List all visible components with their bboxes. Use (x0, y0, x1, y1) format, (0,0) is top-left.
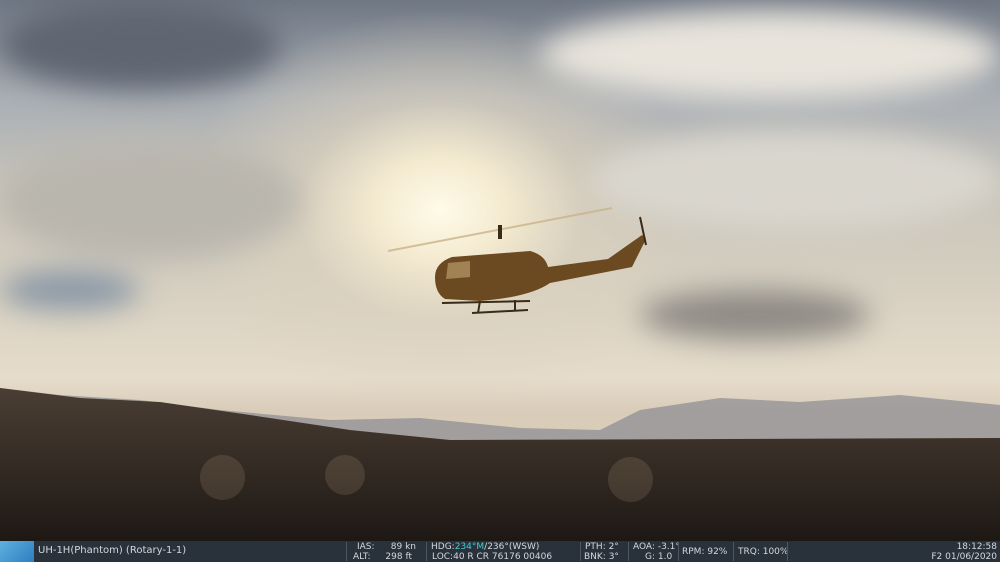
divider (787, 542, 788, 561)
ias-value: 89 kn (390, 542, 416, 552)
status-bar: UH-1H(Phantom) (Rotary-1-1) IAS: 89 kn A… (0, 541, 1000, 562)
bank-readout: BNK: 3° (584, 552, 619, 562)
divider (346, 542, 347, 561)
pitch-readout: PTH: 2° (585, 542, 619, 552)
lens-flare (608, 457, 653, 502)
heading-readout: HDG:234°M/236°(WSW) (431, 542, 539, 552)
game-viewport[interactable] (0, 0, 1000, 541)
alt-label: ALT: (353, 552, 371, 562)
dcs-logo-icon (0, 541, 34, 562)
cloud (540, 10, 1000, 100)
ias-label: IAS: (357, 542, 375, 552)
torque-readout: TRQ: 100% (738, 547, 789, 557)
divider (678, 542, 679, 561)
heading-true: /236°(WSW) (484, 542, 540, 552)
lens-flare (325, 455, 365, 495)
heading-label: HDG: (431, 542, 455, 552)
cloud (0, 270, 140, 310)
divider (580, 542, 581, 561)
cloud (640, 290, 870, 340)
date-readout: F2 01/06/2020 (931, 552, 997, 562)
g-readout: G: 1.0 (645, 552, 673, 562)
cloud (0, 0, 280, 90)
clock-time: 18:12:58 (956, 542, 997, 552)
terrain (0, 388, 1000, 541)
divider (426, 542, 427, 561)
cloud (0, 140, 300, 260)
lens-flare (200, 455, 245, 500)
heading-magnetic: 234°M (454, 542, 485, 552)
divider (628, 542, 629, 561)
aoa-readout: AOA: -3.1° (633, 542, 680, 552)
rpm-readout: RPM: 92% (682, 547, 728, 557)
location-readout: LOC:40 R CR 76176 00406 (432, 552, 553, 562)
helicopter (387, 207, 647, 314)
divider (733, 542, 734, 561)
unit-name: UH-1H(Phantom) (Rotary-1-1) (38, 545, 187, 556)
alt-value: 298 ft (385, 552, 412, 562)
